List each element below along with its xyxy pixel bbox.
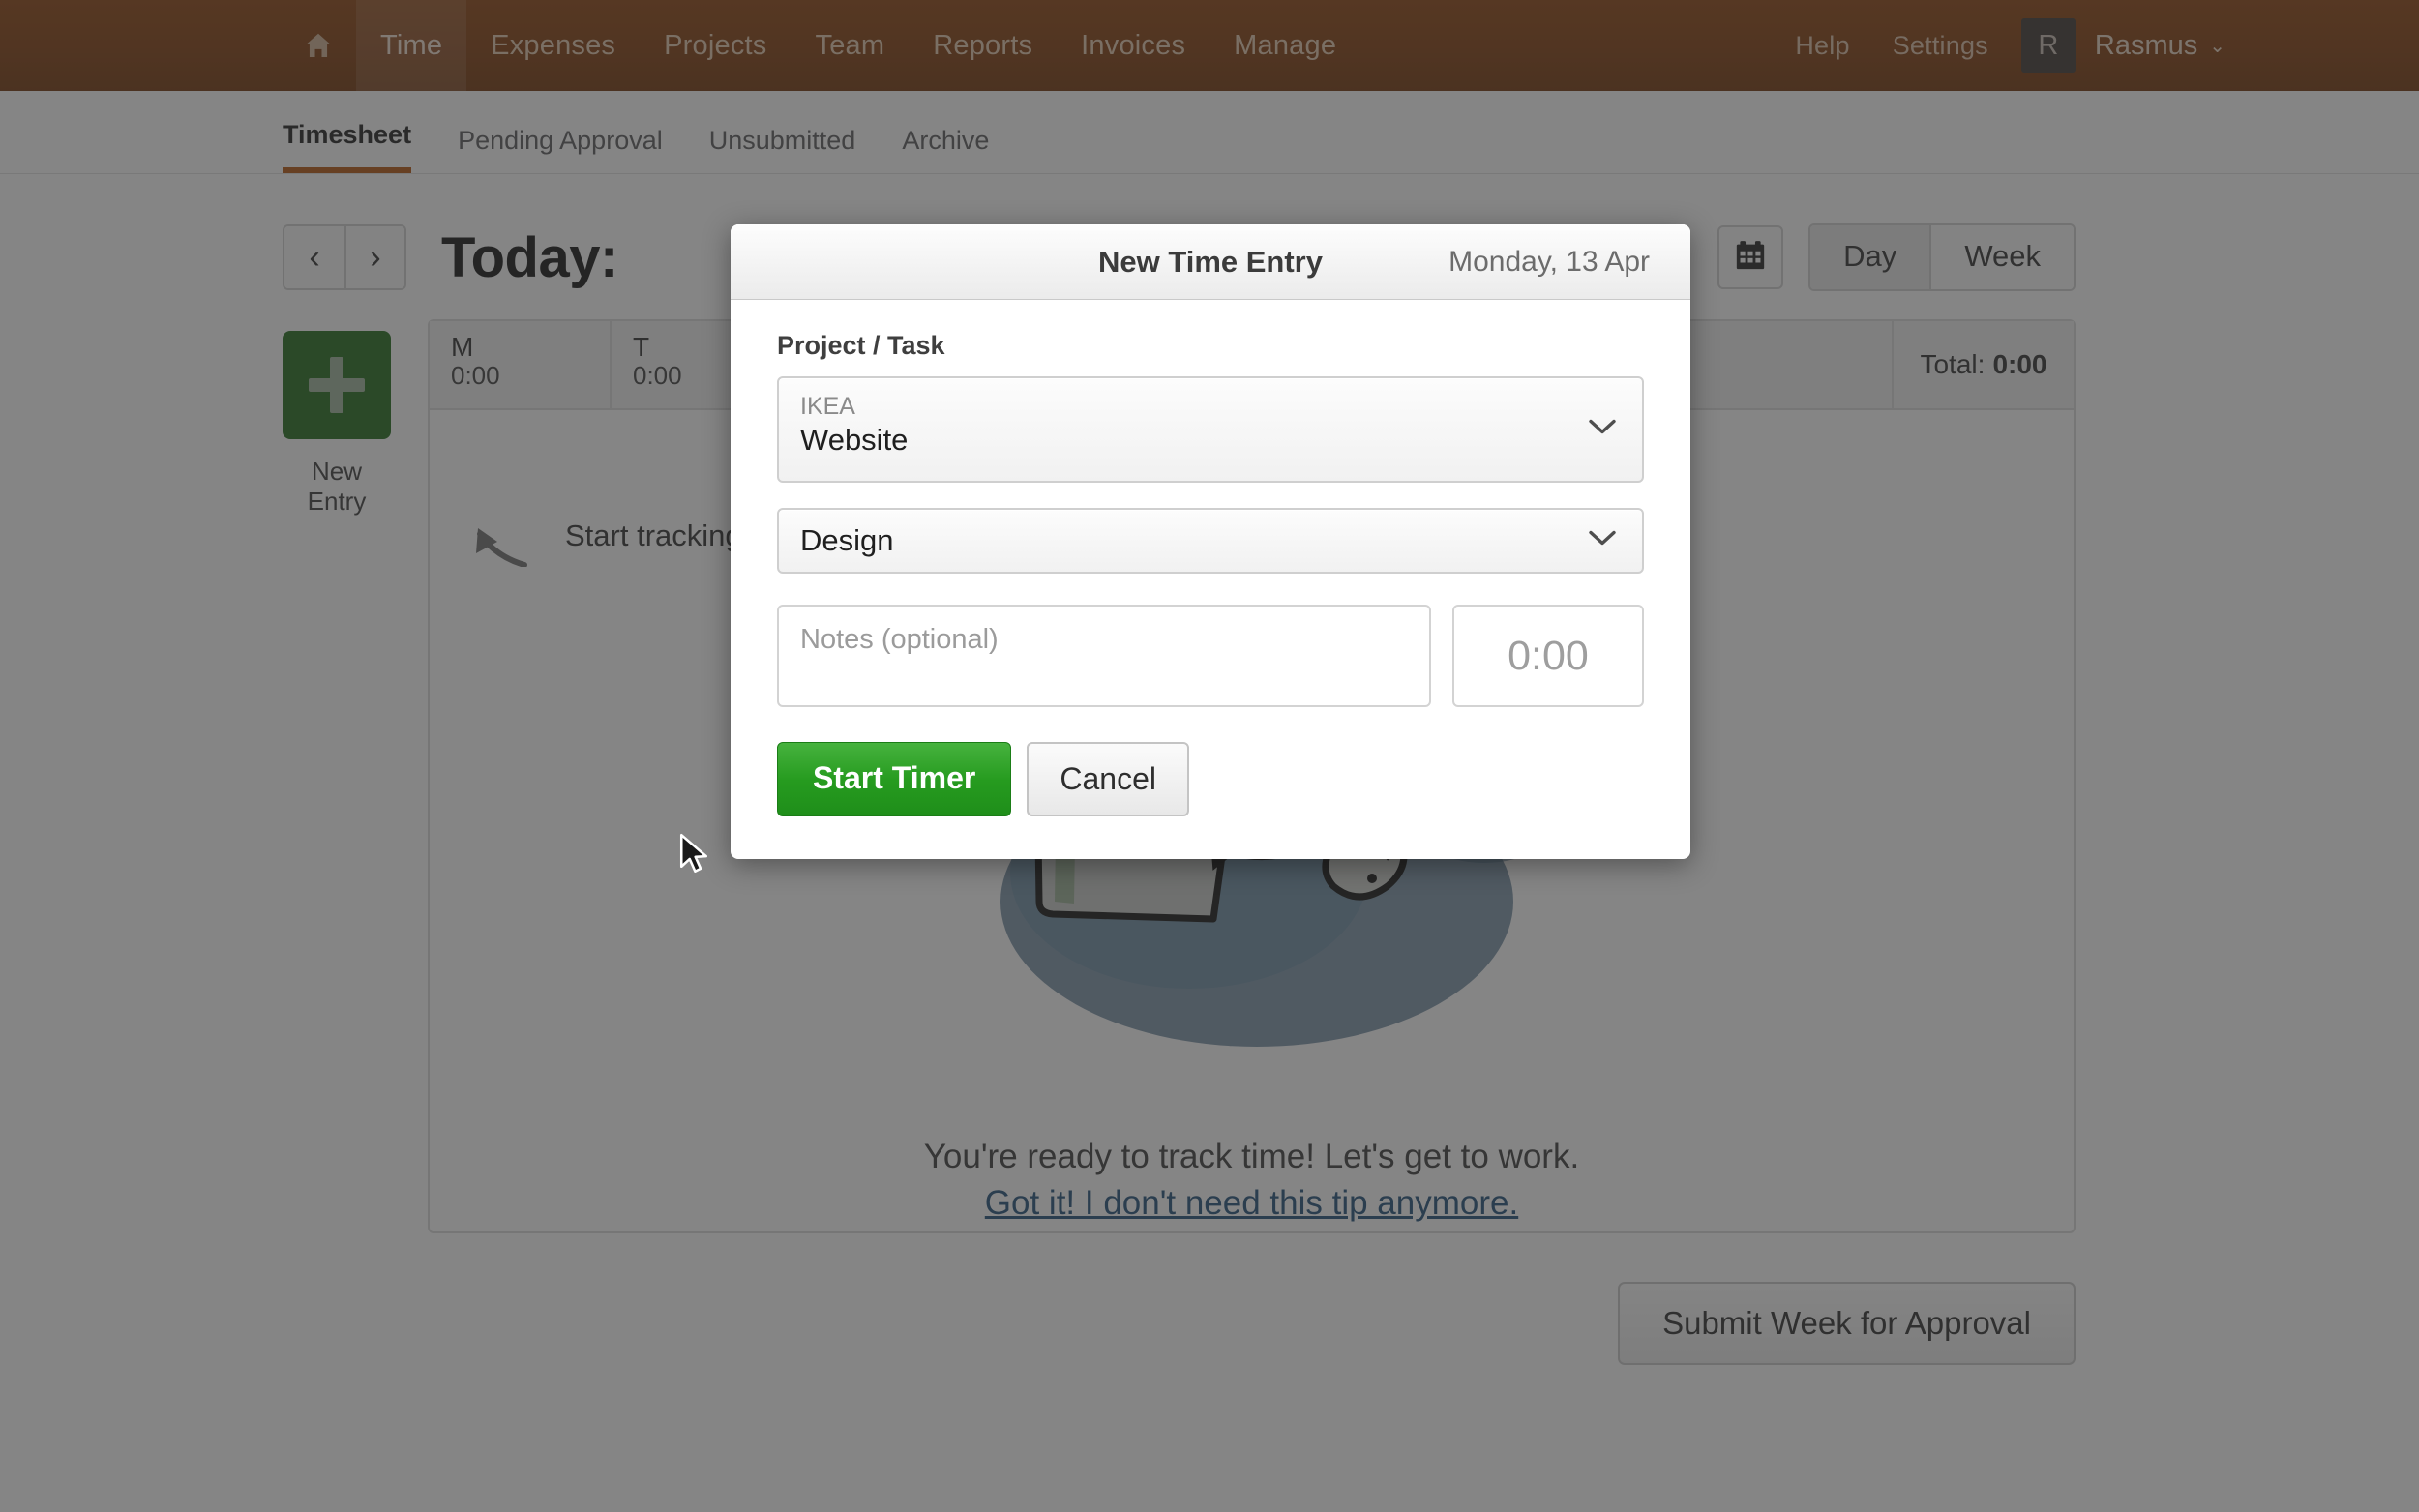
- dialog-header: New Time Entry Monday, 13 Apr: [731, 224, 1690, 300]
- project-name: Website: [800, 423, 909, 458]
- chevron-down-icon: [1588, 530, 1617, 552]
- project-select[interactable]: IKEA Website: [777, 376, 1644, 483]
- dialog-body: Project / Task IKEA Website Design Notes…: [731, 300, 1690, 859]
- task-select[interactable]: Design: [777, 508, 1644, 574]
- start-timer-label: Start Timer: [813, 760, 976, 795]
- mouse-pointer: [677, 832, 710, 881]
- notes-input[interactable]: Notes (optional): [777, 605, 1431, 707]
- dialog-actions: Start Timer Cancel: [777, 742, 1644, 816]
- cancel-label: Cancel: [1060, 761, 1156, 796]
- duration-input[interactable]: 0:00: [1452, 605, 1644, 707]
- cancel-button[interactable]: Cancel: [1027, 742, 1189, 816]
- chevron-down-icon: [1588, 419, 1617, 441]
- project-client-name: IKEA: [800, 393, 855, 420]
- dialog-date: Monday, 13 Apr: [1448, 245, 1650, 278]
- project-task-label: Project / Task: [777, 331, 945, 360]
- new-time-entry-dialog: New Time Entry Monday, 13 Apr Project / …: [731, 224, 1690, 859]
- task-name: Design: [800, 522, 894, 557]
- notes-and-timer-row: Notes (optional) 0:00: [777, 605, 1644, 707]
- start-timer-button[interactable]: Start Timer: [777, 742, 1012, 816]
